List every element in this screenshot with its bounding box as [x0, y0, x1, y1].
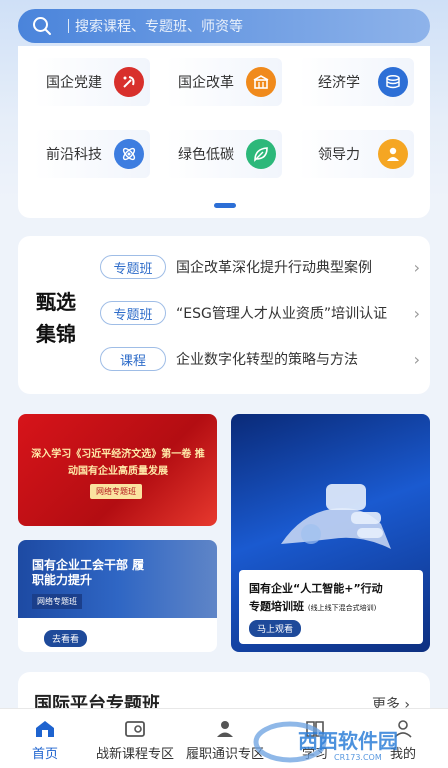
- curated-tag: 专题班: [100, 301, 166, 325]
- course-icon: [123, 717, 147, 741]
- watermark-logo: 西西软件园 CR173.COM: [253, 721, 398, 763]
- category-label: 国企改革: [178, 75, 234, 91]
- banner-title: 国有企业工会干部 履职能力提升: [32, 558, 145, 587]
- category-label: 前沿科技: [46, 147, 102, 163]
- search-bar[interactable]: 搜索课程、专题班、师资等: [18, 9, 430, 43]
- person-icon: [378, 139, 408, 169]
- banner-title-line1: 国有企业“人工智能+”行动: [249, 582, 383, 595]
- party-emblem-icon: [114, 67, 144, 97]
- chevron-right-icon: ›: [413, 349, 420, 369]
- curated-item[interactable]: 专题班 “ESG管理人才从业资质”培训认证 ›: [100, 300, 420, 326]
- coins-stack-icon: [378, 67, 408, 97]
- category-economics[interactable]: 经济学: [298, 58, 414, 106]
- robot-hand-image: [281, 484, 391, 549]
- search-caret: [68, 19, 69, 33]
- curated-item[interactable]: 专题班 国企改革深化提升行动典型案例 ›: [100, 254, 420, 280]
- curated-tag: 课程: [100, 347, 166, 371]
- category-label: 领导力: [318, 147, 360, 163]
- svg-text:西西软件园: 西西软件园: [298, 729, 398, 753]
- banner-ai-plus[interactable]: 国有企业“人工智能+”行动 专题培训班 (线上线下混合式培训) 马上观看: [231, 414, 430, 652]
- nav-label: 战新课程专区: [95, 747, 174, 762]
- banner-title: 深入学习《习近平经济文选》第一卷 推动国有企业高质量发展: [31, 449, 205, 477]
- category-party-building[interactable]: 国企党建: [34, 58, 150, 106]
- go-see-button[interactable]: 去看看: [44, 630, 88, 647]
- user-badge-icon: [213, 717, 237, 741]
- svg-text:CR173.COM: CR173.COM: [334, 753, 382, 762]
- category-label: 绿色低碳: [178, 147, 234, 163]
- category-green-low-carbon[interactable]: 绿色低碳: [166, 130, 282, 178]
- search-icon: [32, 16, 52, 36]
- leaf-icon: [246, 139, 276, 169]
- category-frontier-tech[interactable]: 前沿科技: [34, 130, 150, 178]
- banner-union-cadre[interactable]: 国有企业工会干部 履职能力提升 网络专题班 去看看: [18, 540, 217, 652]
- nav-home[interactable]: 首页: [0, 709, 90, 768]
- nav-label: 首页: [31, 747, 58, 762]
- home-icon: [33, 717, 57, 741]
- banner-badge: 网络专题班: [32, 594, 82, 609]
- chevron-right-icon: ›: [413, 257, 420, 277]
- chevron-right-icon: ›: [413, 303, 420, 323]
- curated-item[interactable]: 课程 企业数字化转型的策略与方法 ›: [100, 346, 420, 372]
- banner-badge: 网络专题班: [90, 484, 142, 499]
- banner-economic-anthology[interactable]: 深入学习《习近平经济文选》第一卷 推动国有企业高质量发展 网络专题班: [18, 414, 217, 526]
- category-card: 国企党建 国企改革 经济学 前沿科技 绿色低碳 领导力: [18, 46, 430, 218]
- curated-text: “ESG管理人才从业资质”培训认证: [176, 306, 388, 322]
- curated-title: 甄选集锦: [36, 290, 76, 346]
- search-input[interactable]: 搜索课程、专题班、师资等: [75, 16, 243, 36]
- page-indicator: [214, 203, 236, 208]
- category-label: 经济学: [318, 75, 360, 91]
- category-label: 国企党建: [46, 75, 102, 91]
- watch-now-button[interactable]: 马上观看: [249, 620, 302, 637]
- curated-text: 国企改革深化提升行动典型案例: [176, 260, 372, 276]
- atom-icon: [114, 139, 144, 169]
- banner-panel: 国有企业“人工智能+”行动 专题培训班 (线上线下混合式培训) 马上观看: [239, 570, 423, 644]
- category-soe-reform[interactable]: 国企改革: [166, 58, 282, 106]
- building-icon: [246, 67, 276, 97]
- curated-text: 企业数字化转型的策略与方法: [176, 352, 358, 368]
- banner-title-line2: 专题培训班 (线上线下混合式培训): [249, 600, 377, 613]
- curated-tag: 专题班: [100, 255, 166, 279]
- nav-course[interactable]: 战新课程专区: [90, 709, 180, 768]
- curated-section: 甄选集锦 专题班 国企改革深化提升行动典型案例 › 专题班 “ESG管理人才从业…: [18, 236, 430, 394]
- category-leadership[interactable]: 领导力: [298, 130, 414, 178]
